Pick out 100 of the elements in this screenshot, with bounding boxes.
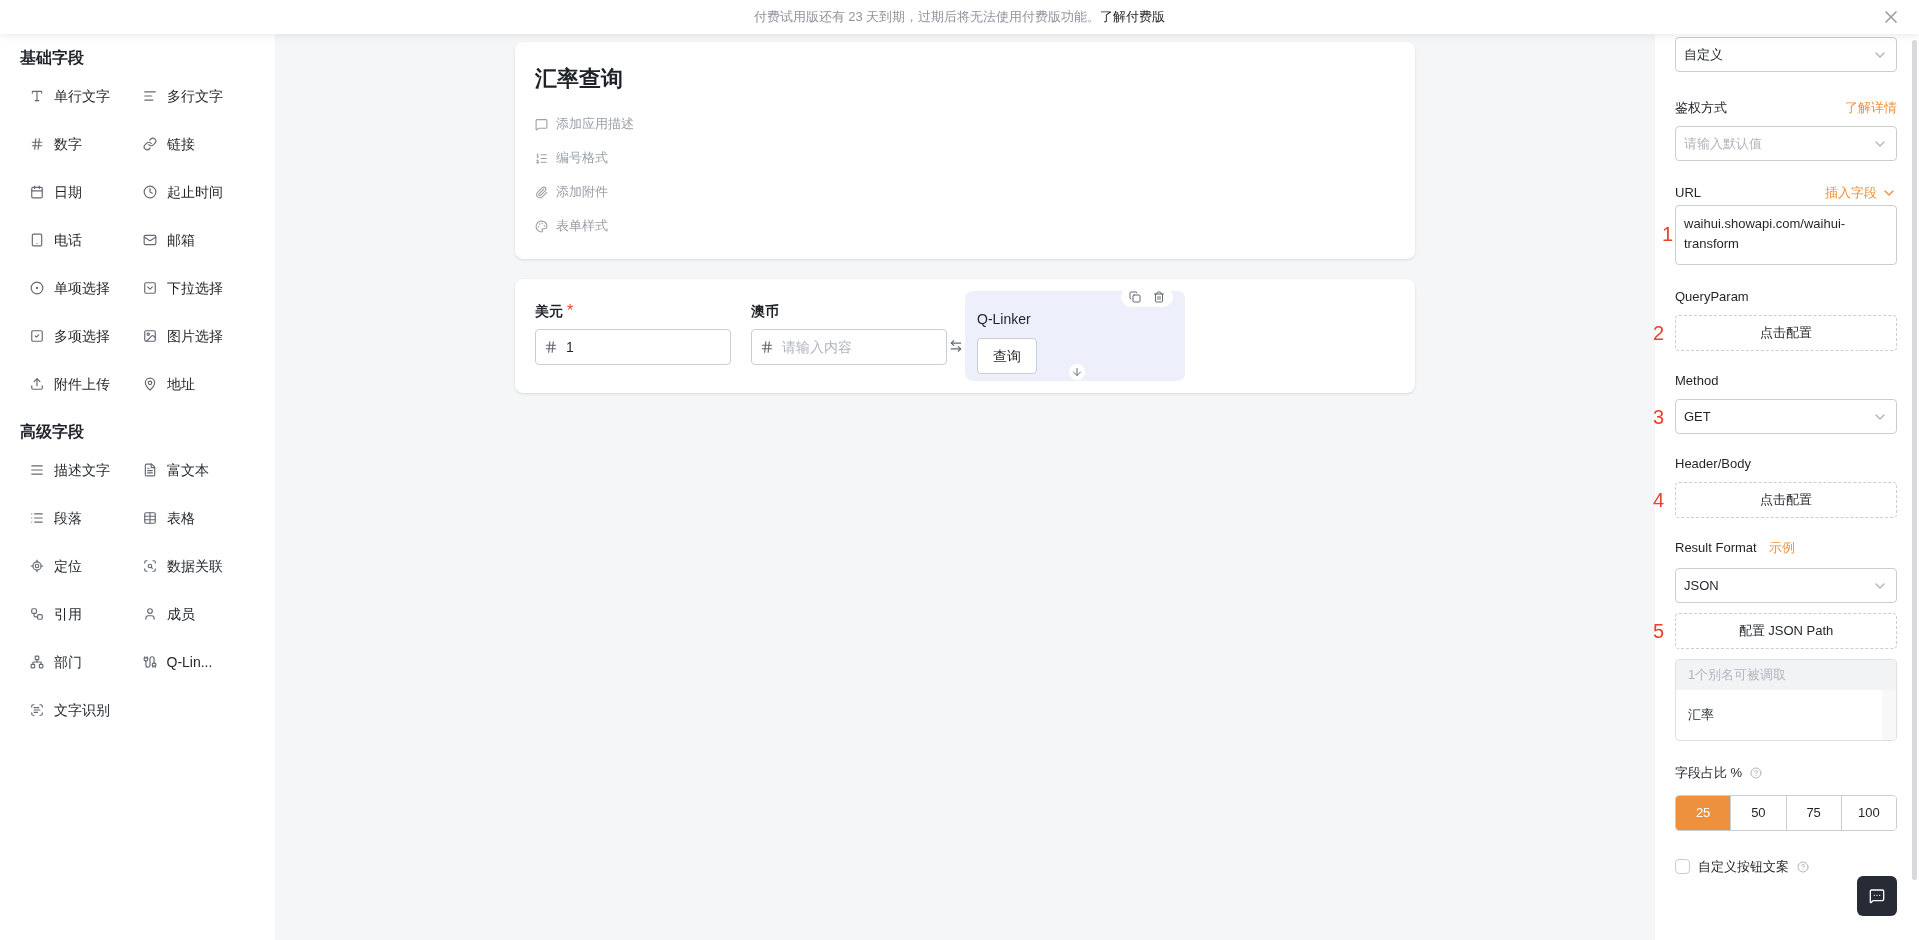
list-icon [535,151,548,165]
required-mark: * [567,301,574,321]
field-type-item[interactable]: 单项选择 [30,264,143,312]
nodes-icon [30,607,44,621]
field-type-item[interactable]: 多项选择 [30,312,143,360]
width-option[interactable]: 100 [1840,796,1896,830]
swap-icon [949,339,963,353]
search-icon [142,559,157,573]
document-icon [142,463,157,477]
url-text-line: transform [1684,235,1740,253]
image-icon [142,329,157,343]
help-icon [1797,860,1809,873]
field-type-item[interactable]: 起止时间 [142,168,255,216]
text-icon [30,89,44,103]
field-type-item[interactable]: 数字 [30,120,143,168]
checkbox-icon [30,329,44,343]
field-type-item[interactable]: 单行文字 [30,72,143,120]
paperclip-icon [535,185,548,199]
field-type-item[interactable]: 附件上传 [30,360,143,408]
annotation-number: 2 [1653,323,1665,343]
field-label: URL [1675,184,1701,203]
field-label: Method [1675,372,1719,391]
url-text-line: waihui.showapi.com/waihui- [1684,215,1847,233]
palette-icon [535,219,548,233]
list-icon [30,511,44,525]
field-type-item[interactable]: 定位 [30,542,143,590]
select-field[interactable]: JSON [1675,568,1897,603]
config-button[interactable]: 点击配置 [1675,482,1897,518]
field-label: QueryParam [1675,288,1749,307]
chat-button[interactable] [1857,876,1897,916]
field-label: Result Format [1675,539,1757,558]
field-label: 字段占比 % [1675,764,1743,783]
dropdown-icon [142,281,157,295]
query-button[interactable]: 查询 [977,338,1037,374]
scan-icon [30,703,44,717]
field-label: 鉴权方式 [1675,99,1727,118]
config-button[interactable]: 配置 JSON Path [1675,613,1897,649]
group-title: 高级字段 [20,422,85,442]
checkbox[interactable] [1675,859,1690,875]
config-button[interactable]: 点击配置 [1675,315,1897,351]
number-icon [544,340,558,354]
mail-icon [142,233,157,247]
field-type-item[interactable]: 部门 [30,638,143,686]
field-type-item[interactable]: 日期 [30,168,143,216]
table-icon [142,511,157,525]
field-label: Header/Body [1675,455,1751,474]
field-type-item[interactable]: 描述文字 [30,446,143,494]
annotation-number: 4 [1653,490,1665,510]
trash-icon[interactable] [1153,291,1165,303]
upload-icon [30,377,44,391]
calendar-icon [30,185,44,199]
field-type-item[interactable]: 多行文字 [142,72,255,120]
comment-icon [535,117,548,131]
field-type-item[interactable]: 图片选择 [142,312,255,360]
alias-table-header: 1个别名可被调取 [1676,660,1896,690]
location-icon [30,559,44,573]
field-type-item[interactable]: 引用 [30,590,143,638]
field-label: 澳币 [751,301,779,321]
field-type-item[interactable]: 链接 [142,120,255,168]
field-type-item[interactable]: 表格 [142,494,255,542]
field-type-item[interactable]: 文字识别 [30,686,143,734]
annotation-number: 3 [1653,406,1665,427]
field-type-item[interactable]: 富文本 [142,446,255,494]
field-type-item[interactable]: Q-Lin... [142,638,255,686]
field-type-item[interactable]: 地址 [142,360,255,408]
alias-row: 汇率 [1676,690,1896,740]
field-type-item[interactable]: 数据关联 [142,542,255,590]
link-icon [142,137,157,151]
lines-icon [30,463,44,477]
linker-title: Q-Linker [977,310,1032,329]
group-title: 基础字段 [20,48,85,68]
number-input[interactable]: 1 [535,329,731,365]
number-icon [30,137,44,151]
field-type-item[interactable]: 段落 [30,494,143,542]
chat-icon [1869,888,1885,904]
arrow-down-icon [1069,364,1085,380]
number-icon [760,340,774,354]
copy-icon[interactable] [1129,291,1141,303]
clock-icon [142,185,157,199]
field-label: 美元 [535,301,563,321]
select-field[interactable]: 自定义 [1675,37,1897,72]
paragraph-icon [142,89,157,103]
trial-notice: 付费试用版还有 23 天到期，过期后将无法使用付费版功能。 [753,8,1101,27]
help-icon [1750,767,1763,779]
pin-icon [142,377,157,391]
radio-icon [30,281,44,295]
form-title: 汇率查询 [535,65,624,93]
phone-icon [30,233,44,247]
upgrade-link[interactable]: 了解付费版 [1100,7,1166,27]
select-field[interactable]: GET [1675,399,1897,434]
field-type-item[interactable]: 成员 [142,590,255,638]
annotation-number: 5 [1653,621,1665,641]
annotation-number: 1 [1662,224,1674,244]
field-type-item[interactable]: 电话 [30,216,143,264]
field-type-item[interactable]: 邮箱 [142,216,255,264]
checkbox-label: 自定义按钮文案 [1698,858,1789,876]
plug-icon [142,655,157,669]
user-icon [142,607,157,621]
field-type-item[interactable]: 下拉选择 [142,264,255,312]
org-icon [30,655,44,669]
